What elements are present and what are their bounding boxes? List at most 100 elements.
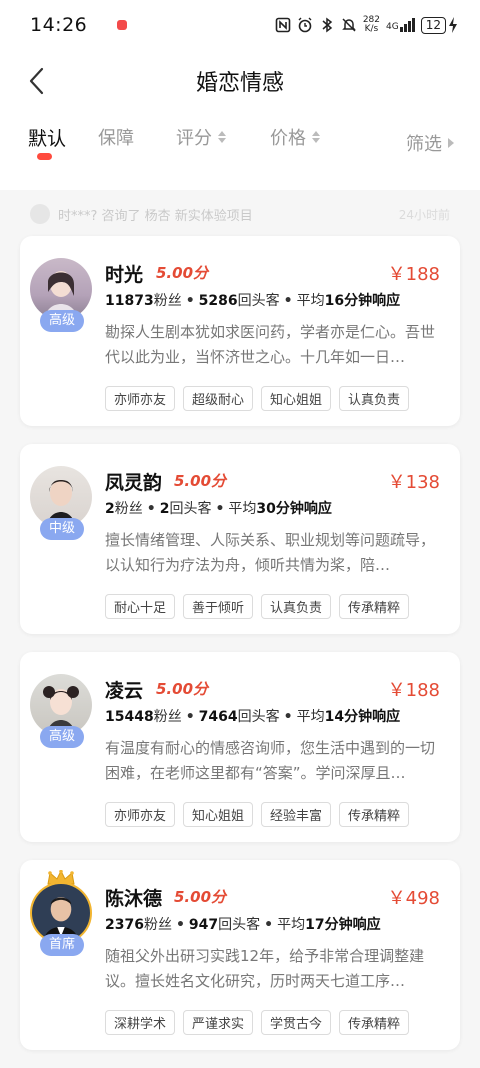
battery-level: 12 xyxy=(420,16,446,34)
response-time: 14分钟响应 xyxy=(324,709,401,725)
tab-price[interactable]: 价格 xyxy=(270,124,320,150)
repeat-label: 回头客 xyxy=(237,709,280,725)
nfc-icon xyxy=(275,17,291,33)
tab-rating[interactable]: 评分 xyxy=(176,124,226,150)
fans-count: 11873 xyxy=(105,293,154,309)
battery-icon: 12 xyxy=(420,16,458,34)
tag: 严谨求实 xyxy=(183,1010,254,1035)
avatar: 中级 xyxy=(30,466,92,540)
signal-label: 4G xyxy=(386,22,399,32)
rating: 5.00分 xyxy=(156,264,209,282)
repeat-count: 2 xyxy=(159,501,170,517)
tag: 认真负责 xyxy=(261,594,332,619)
tab-guarantee[interactable]: 保障 xyxy=(98,124,134,150)
tag-list: 亦师亦友 知心姐姐 经验丰富 传承精粹 xyxy=(105,802,410,827)
tab-indicator xyxy=(37,153,52,160)
tab-label: 评分 xyxy=(176,128,212,149)
tab-filter[interactable]: 筛选 xyxy=(406,130,454,156)
response-time: 17分钟响应 xyxy=(305,917,381,933)
stats: 2376粉丝 • 947回头客 • 平均17分钟响应 xyxy=(105,917,381,933)
tab-label: 筛选 xyxy=(406,134,442,155)
sort-icon xyxy=(312,131,320,143)
tag: 善于倾听 xyxy=(183,594,254,619)
bluetooth-icon xyxy=(322,17,333,33)
tab-label: 价格 xyxy=(270,128,306,149)
repeat-count: 5286 xyxy=(198,293,238,309)
rating: 5.00分 xyxy=(174,472,227,490)
avatar: 首席 xyxy=(30,870,92,956)
sort-tabs: 默认 保障 评分 价格 筛选 xyxy=(0,112,480,190)
tag-list: 耐心十足 善于倾听 认真负责 传承精粹 xyxy=(105,594,410,619)
rating: 5.00分 xyxy=(174,888,227,906)
stats: 2粉丝 • 2回头客 • 平均30分钟响应 xyxy=(105,501,332,517)
page-title: 婚恋情感 xyxy=(195,71,284,96)
tag: 传承精粹 xyxy=(339,1010,410,1035)
counselor-card[interactable]: 中级 凤灵韵 5.00分 ￥138 2粉丝 • 2回头客 • 平均30分钟响应 擅长情绪… xyxy=(20,444,460,634)
net-speed-unit: K/s xyxy=(364,24,379,34)
tag-list: 亦师亦友 超级耐心 知心姐姐 认真负责 xyxy=(105,386,410,411)
ticker-time: 24小时前 xyxy=(398,208,450,222)
activity-ticker: 时***? 咨询了 杨杏 新实体验项目 24小时前 xyxy=(0,198,480,228)
network-speed: 282 K/s xyxy=(363,16,380,34)
price: ￥188 xyxy=(387,680,440,701)
tag-list: 深耕学术 严谨求实 学贯古今 传承精粹 xyxy=(105,1010,410,1035)
repeat-label: 回头客 xyxy=(237,293,280,309)
avatar: 高级 xyxy=(30,674,92,748)
back-icon[interactable] xyxy=(26,66,50,96)
fans-label: 粉丝 xyxy=(153,709,182,725)
level-badge: 首席 xyxy=(40,934,84,956)
fans-count: 2376 xyxy=(105,917,144,933)
counselor-card[interactable]: 高级 凌云 5.00分 ￥188 15448粉丝 • 7464回头客 • 平均14分钟响… xyxy=(20,652,460,842)
fans-label: 粉丝 xyxy=(114,501,143,517)
sort-icon xyxy=(218,131,226,143)
repeat-count: 947 xyxy=(188,917,219,933)
avatar xyxy=(30,204,50,224)
response-time: 16分钟响应 xyxy=(324,293,401,309)
tab-default[interactable]: 默认 xyxy=(28,124,66,151)
avg-label: 平均 xyxy=(228,501,257,517)
avg-label: 平均 xyxy=(296,293,325,309)
notification-icon xyxy=(117,20,128,30)
repeat-label: 回头客 xyxy=(218,917,261,933)
tab-label: 默认 xyxy=(28,128,67,150)
fans-label: 粉丝 xyxy=(153,293,182,309)
counselor-description: 擅长情绪管理、人际关系、职业规划等问题疏导，以认知行为疗法为舟，倾听共情为桨，陪… xyxy=(105,531,436,574)
status-icons: 282 K/s 4G 12 xyxy=(275,16,458,34)
counselor-name: 凌云 xyxy=(105,680,144,702)
tag: 传承精粹 xyxy=(339,802,410,827)
price: ￥498 xyxy=(387,888,440,909)
stats: 11873粉丝 • 5286回头客 • 平均16分钟响应 xyxy=(105,293,401,309)
tag: 知心姐姐 xyxy=(261,386,332,411)
tag: 知心姐姐 xyxy=(183,802,254,827)
counselor-description: 有温度有耐心的情感咨询师，您生活中遇到的一切困难，在老师这里都有“答案”。学问深… xyxy=(105,739,436,782)
counselor-card[interactable]: 高级 时光 5.00分 ￥188 11873粉丝 • 5286回头客 • 平均16分钟响… xyxy=(20,236,460,426)
tag: 耐心十足 xyxy=(105,594,176,619)
status-bar: 14:26 282 K/s 4G 12 xyxy=(0,0,480,50)
tag: 经验丰富 xyxy=(261,802,332,827)
price: ￥188 xyxy=(387,264,440,285)
mute-icon xyxy=(342,18,356,32)
charging-icon xyxy=(449,17,457,33)
fans-count: 2 xyxy=(105,501,115,517)
fans-label: 粉丝 xyxy=(143,917,172,933)
tag: 亦师亦友 xyxy=(105,802,176,827)
price: ￥138 xyxy=(387,472,440,493)
caret-right-icon xyxy=(448,138,454,148)
counselor-card[interactable]: 首席 陈沐德 5.00分 ￥498 2376粉丝 • 947回头客 • 平均17分钟响应… xyxy=(20,860,460,1050)
level-badge: 高级 xyxy=(40,726,84,748)
tab-label: 保障 xyxy=(98,128,134,149)
rating: 5.00分 xyxy=(156,680,209,698)
tag: 认真负责 xyxy=(339,386,410,411)
avg-label: 平均 xyxy=(277,917,306,933)
status-time: 14:26 xyxy=(30,14,88,36)
alarm-icon xyxy=(298,17,312,33)
tag: 传承精粹 xyxy=(339,594,410,619)
stats: 15448粉丝 • 7464回头客 • 平均14分钟响应 xyxy=(105,709,401,725)
repeat-label: 回头客 xyxy=(169,501,212,517)
repeat-count: 7464 xyxy=(198,709,238,725)
avg-label: 平均 xyxy=(296,709,325,725)
response-time: 30分钟响应 xyxy=(256,501,332,517)
nav-bar: 婚恋情感 xyxy=(0,50,480,112)
signal-icon: 4G xyxy=(386,18,415,32)
tag: 超级耐心 xyxy=(183,386,254,411)
